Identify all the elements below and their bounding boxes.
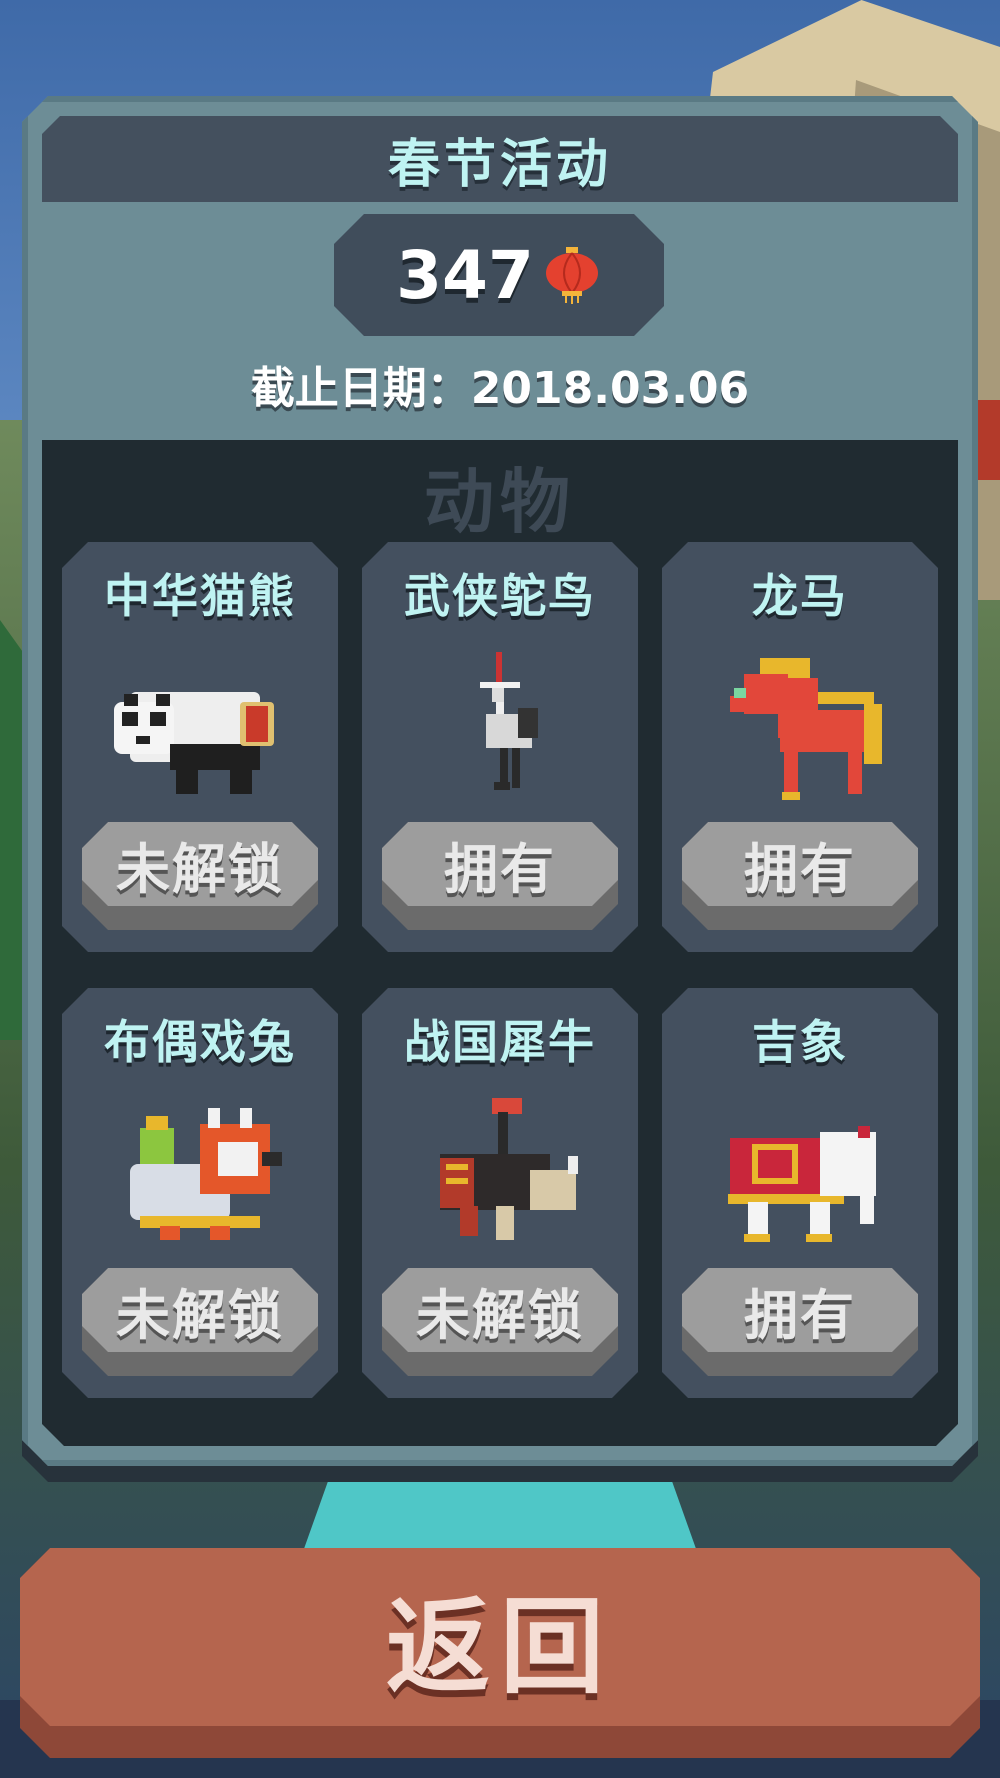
dragon-horse-icon [700,652,900,802]
event-panel: 春节活动 347 截止日期：2018.03.06 动物 中华猫熊 未解锁 武侠鸵… [22,96,978,1466]
status-button[interactable]: 拥有 [682,1268,918,1376]
currency-count: 347 [396,236,534,314]
title-bar: 春节活动 [42,116,958,202]
currency-counter: 347 [334,214,664,336]
back-button-face: 返回 [20,1548,980,1726]
status-button[interactable]: 未解锁 [382,1268,618,1376]
event-title: 春节活动 [387,134,612,195]
status-button[interactable]: 拥有 [682,822,918,930]
status-button-face: 未解锁 [82,1268,318,1352]
status-button-face: 未解锁 [82,822,318,906]
status-button-face: 拥有 [682,1268,918,1352]
lantern-icon [542,245,602,305]
lucky-elephant-icon [700,1098,900,1248]
deadline-text: 截止日期：2018.03.06 [250,363,750,414]
animal-name: 武侠鸵鸟 [404,569,596,623]
status-label: 拥有 [444,837,556,901]
animal-name: 吉象 [752,1015,848,1069]
animal-card[interactable]: 中华猫熊 未解锁 [62,542,338,952]
status-label: 拥有 [744,1283,856,1347]
animals-area: 动物 中华猫熊 未解锁 武侠鸵鸟 拥有 龙马 拥有 布偶戏兔 未解锁 战国犀牛 … [42,440,958,1446]
animal-name: 龙马 [752,569,848,623]
animal-card[interactable]: 战国犀牛 未解锁 [362,988,638,1398]
status-button-face: 拥有 [682,822,918,906]
animal-card[interactable]: 吉象 拥有 [662,988,938,1398]
back-button[interactable]: 返回 [20,1548,980,1758]
back-button-label: 返回 [385,1585,614,1708]
animal-card[interactable]: 龙马 拥有 [662,542,938,952]
warrior-rhino-icon [400,1098,600,1248]
status-label: 未解锁 [116,1283,284,1347]
animal-card[interactable]: 布偶戏兔 未解锁 [62,988,338,1398]
lion-dance-rabbit-icon [100,1098,300,1248]
status-button-face: 拥有 [382,822,618,906]
animal-card[interactable]: 武侠鸵鸟 拥有 [362,542,638,952]
status-label: 拥有 [744,837,856,901]
status-button-face: 未解锁 [382,1268,618,1352]
status-button[interactable]: 拥有 [382,822,618,930]
animal-name: 战国犀牛 [404,1015,596,1069]
ostrich-icon [400,652,600,802]
status-button[interactable]: 未解锁 [82,822,318,930]
status-label: 未解锁 [416,1283,584,1347]
animal-name: 布偶戏兔 [104,1015,296,1069]
status-label: 未解锁 [116,837,284,901]
water-pool [300,1470,700,1560]
animal-name: 中华猫熊 [104,569,296,623]
panda-icon [100,652,300,802]
status-button[interactable]: 未解锁 [82,1268,318,1376]
section-title: 动物 [424,461,576,543]
